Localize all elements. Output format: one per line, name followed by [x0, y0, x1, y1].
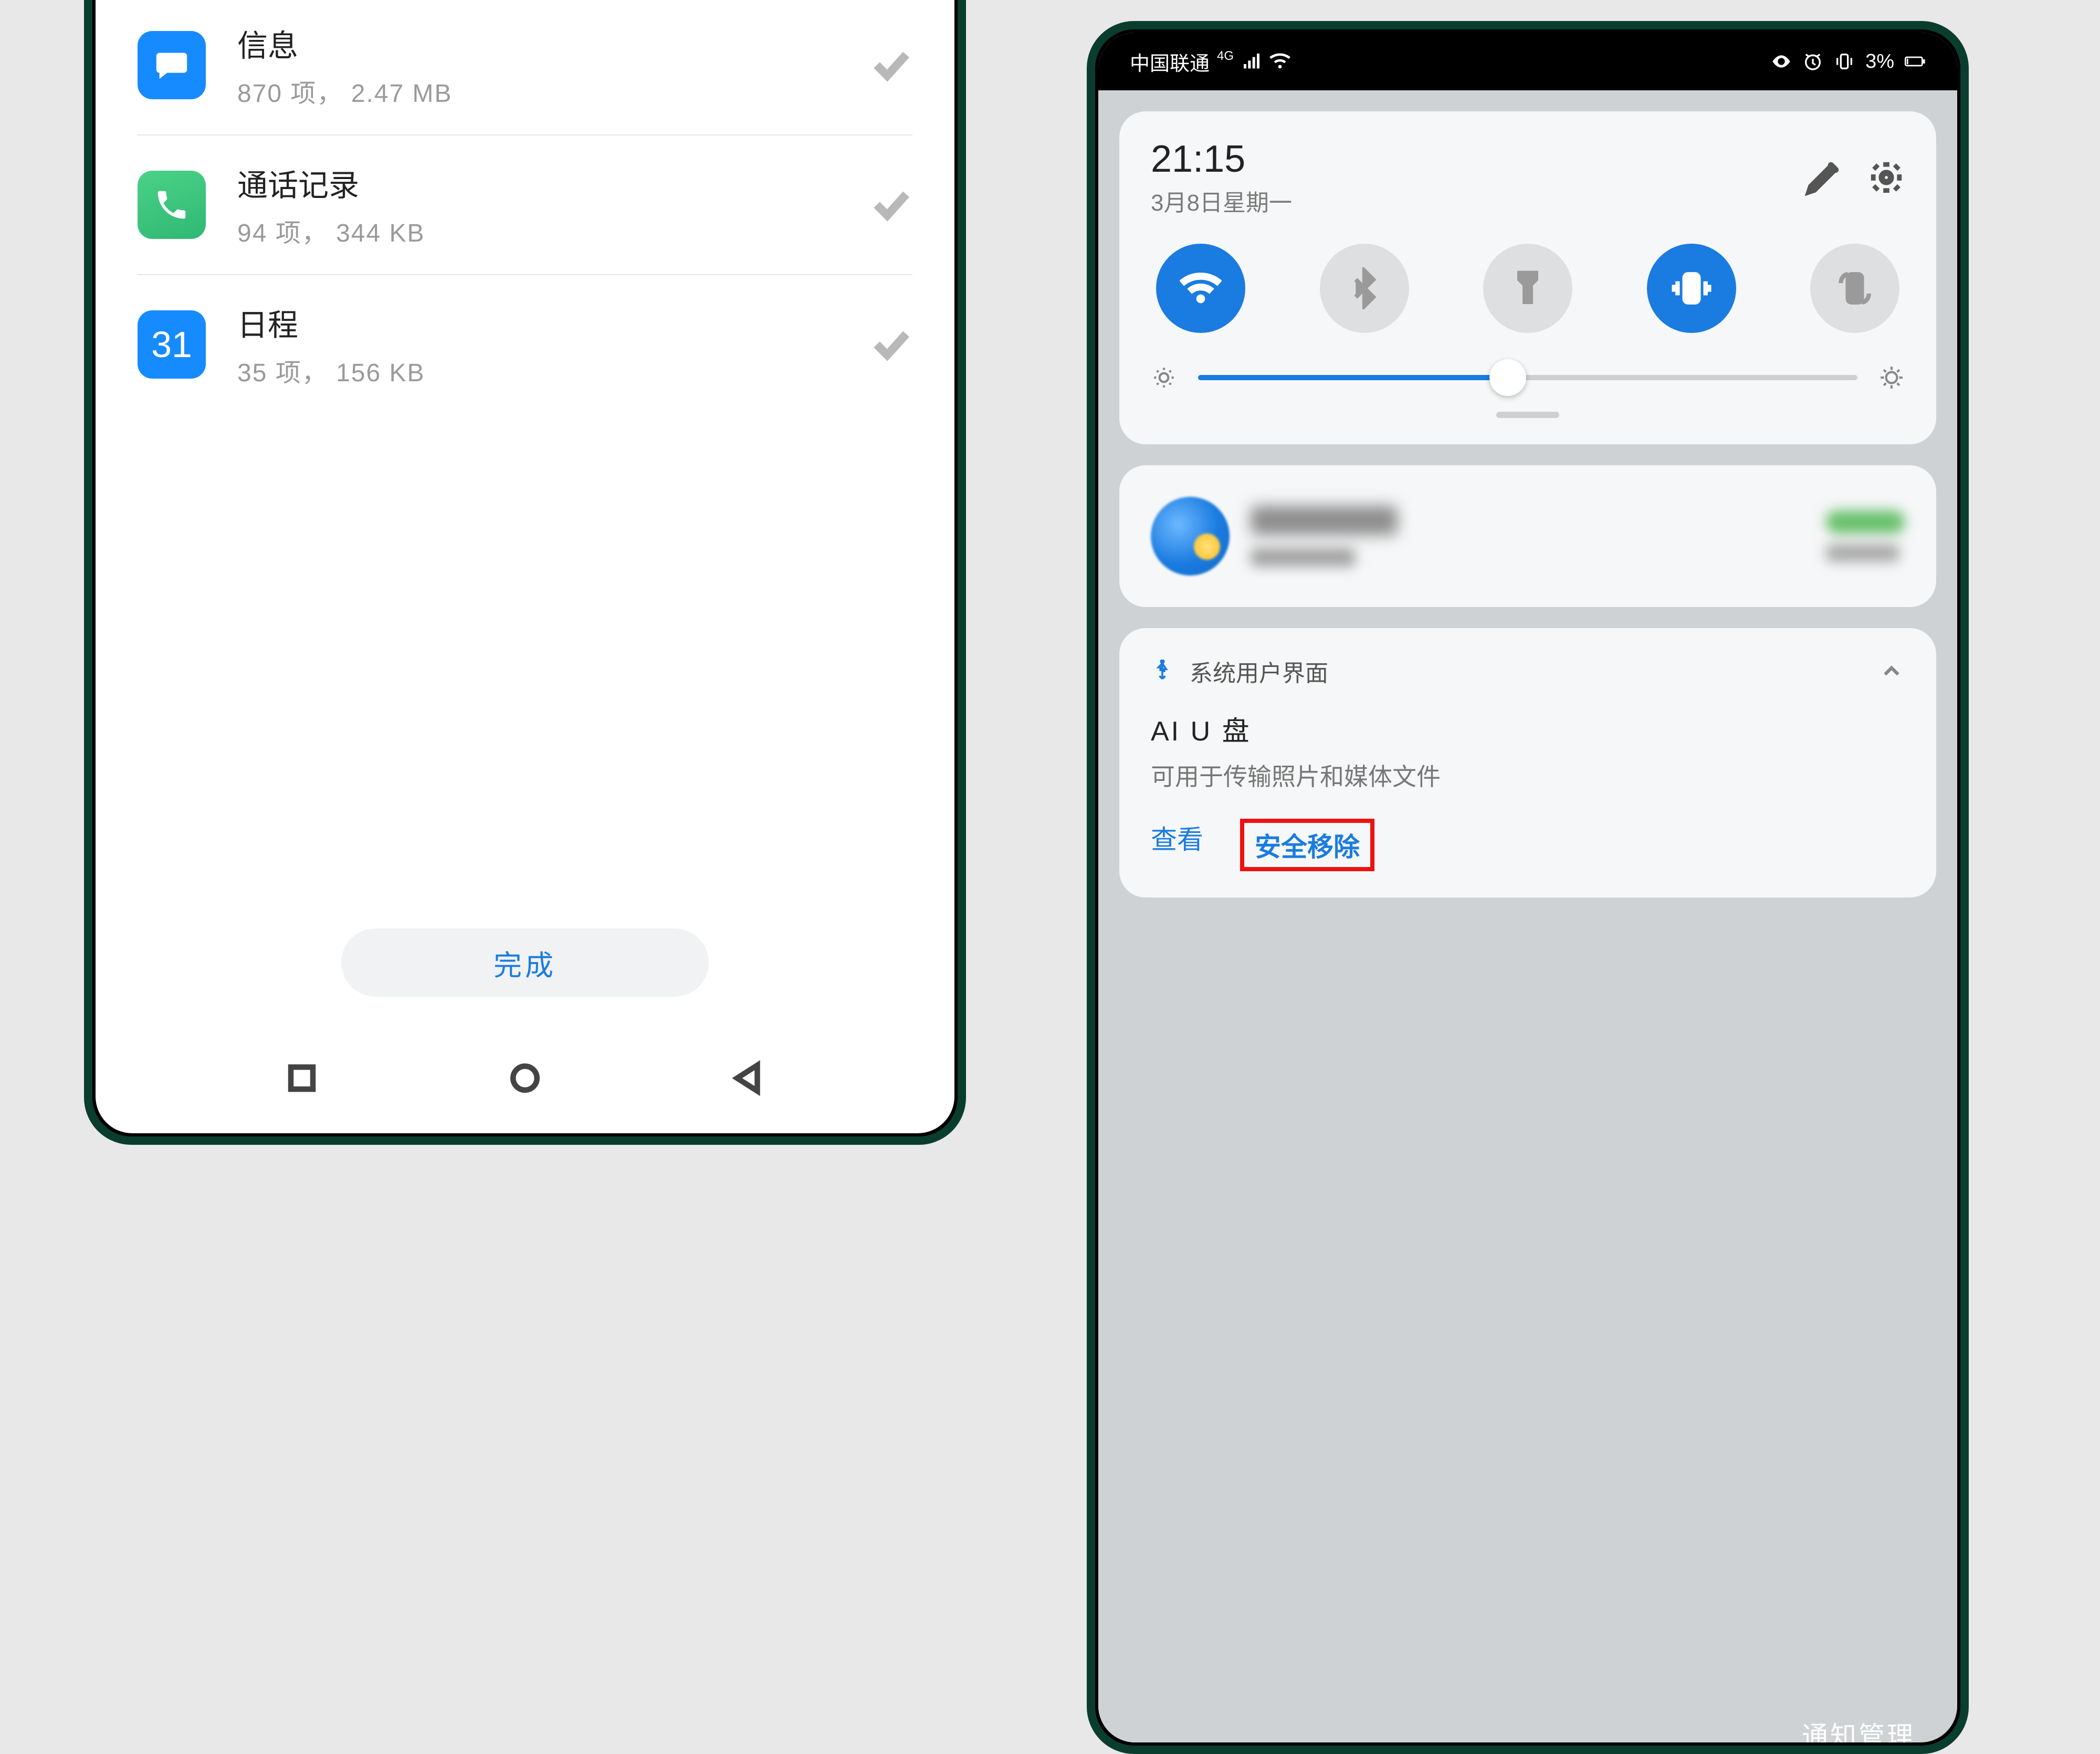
quick-settings-panel: 21:15 3月8日星期一: [1119, 111, 1936, 444]
notification-shade: 21:15 3月8日星期一: [1098, 90, 1957, 1742]
item-title: 日程: [237, 300, 870, 344]
phone-frame-left: 信息 870 项， 2.47 MB 通话记录 94 项， 344 KB 31: [84, 0, 966, 1145]
android-navbar: [96, 1039, 954, 1118]
chevron-up-icon[interactable]: [1878, 658, 1905, 684]
notification-title: AI U 盘: [1151, 709, 1905, 748]
done-button[interactable]: 完成: [341, 928, 709, 997]
carrier-label: 中国联通: [1130, 47, 1210, 76]
wifi-icon: [1269, 51, 1290, 72]
battery-pct: 3%: [1865, 50, 1894, 73]
toggle-wifi[interactable]: [1156, 244, 1245, 333]
list-item[interactable]: 通话记录 94 项， 344 KB: [138, 135, 912, 275]
item-title: 通话记录: [237, 161, 870, 205]
blurred-text: [1251, 506, 1398, 535]
vibrate-icon: [1834, 51, 1855, 72]
notification-management-link[interactable]: 通知管理: [1802, 1715, 1915, 1742]
notification-source: 系统用户界面: [1190, 654, 1328, 688]
qs-time: 21:15: [1151, 138, 1292, 181]
item-subtitle: 35 项， 156 KB: [237, 352, 870, 389]
backup-list: 信息 870 项， 2.47 MB 通话记录 94 项， 344 KB 31: [96, 0, 954, 414]
brightness-high-icon: [1878, 364, 1905, 391]
blurred-badge: [1826, 510, 1905, 534]
brightness-slider[interactable]: [1151, 364, 1905, 391]
notification-desc: 可用于传输照片和媒体文件: [1151, 758, 1905, 792]
done-label: 完成: [494, 942, 556, 984]
notification-card-usb[interactable]: 系统用户界面 AI U 盘 可用于传输照片和媒体文件 查看 安全移除: [1119, 628, 1936, 897]
qs-date: 3月8日星期一: [1151, 184, 1292, 217]
edit-icon[interactable]: [1805, 159, 1842, 196]
highlight-box: 安全移除: [1240, 819, 1374, 871]
drag-handle[interactable]: [1496, 412, 1559, 418]
toggle-autorotate[interactable]: [1810, 244, 1899, 333]
calendar-number: 31: [151, 323, 192, 366]
nav-recents-icon[interactable]: [284, 1060, 320, 1097]
calendar-icon: 31: [138, 310, 206, 379]
check-icon: [870, 184, 912, 226]
nav-back-icon[interactable]: [730, 1060, 766, 1097]
phone-screen-left: 信息 870 项， 2.47 MB 通话记录 94 项， 344 KB 31: [96, 0, 954, 1133]
messages-icon: [138, 31, 206, 99]
alarm-icon: [1802, 51, 1823, 72]
check-icon: [870, 44, 912, 86]
action-eject[interactable]: 安全移除: [1255, 832, 1360, 862]
item-subtitle: 870 项， 2.47 MB: [237, 72, 870, 109]
nav-home-icon[interactable]: [507, 1060, 543, 1097]
item-title: 信息: [237, 21, 870, 65]
phone-frame-right: 中国联通 4G 3% 21:15 3月8日星期一: [1087, 21, 1969, 1754]
toggle-flashlight[interactable]: [1483, 244, 1572, 333]
battery-icon: [1905, 51, 1926, 72]
usb-icon: [1151, 660, 1174, 683]
toggle-vibrate[interactable]: [1647, 244, 1736, 333]
brightness-low-icon: [1151, 364, 1177, 391]
check-icon: [870, 323, 912, 366]
item-subtitle: 94 项， 344 KB: [237, 212, 870, 249]
list-item[interactable]: 信息 870 项， 2.47 MB: [138, 0, 912, 135]
blurred-text: [1251, 548, 1356, 567]
phone-icon: [138, 171, 206, 239]
slider-thumb[interactable]: [1489, 359, 1526, 396]
action-view[interactable]: 查看: [1151, 819, 1203, 871]
toggle-bluetooth[interactable]: [1320, 244, 1409, 333]
notification-card-blurred[interactable]: [1119, 465, 1936, 607]
gear-icon[interactable]: [1868, 159, 1905, 196]
eye-icon: [1771, 51, 1792, 72]
signal-icon: [1241, 51, 1262, 72]
phone-screen-right: 中国联通 4G 3% 21:15 3月8日星期一: [1098, 33, 1957, 1742]
blurred-text: [1826, 544, 1899, 562]
list-item[interactable]: 31 日程 35 项， 156 KB: [138, 275, 912, 414]
weather-icon: [1151, 497, 1230, 576]
